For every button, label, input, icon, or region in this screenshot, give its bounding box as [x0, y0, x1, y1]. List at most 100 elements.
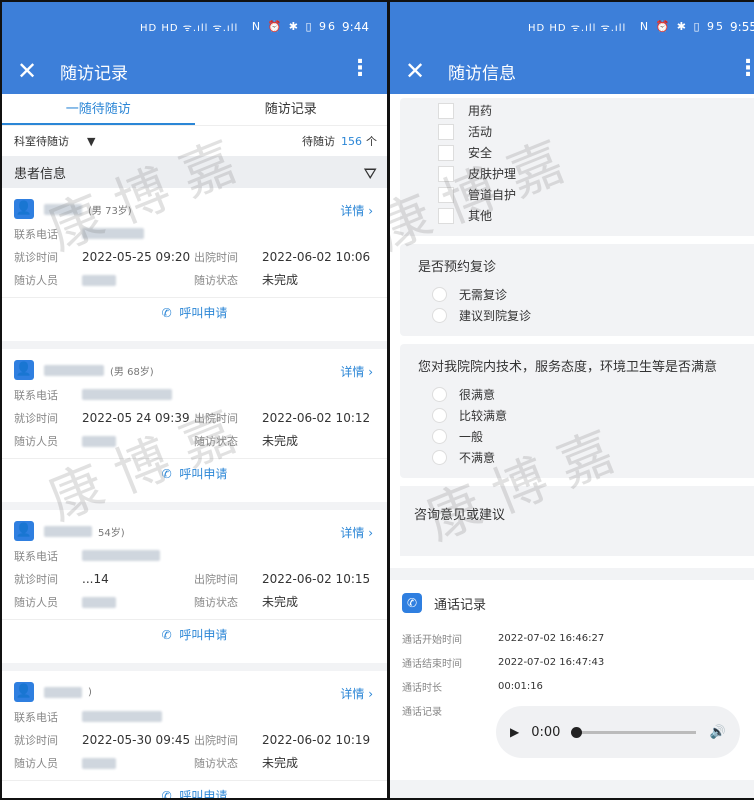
visit-time: 2022-05 24 09:39	[82, 410, 190, 425]
play-icon[interactable]: ▶	[510, 725, 519, 739]
patient-header: 👤 (男 73岁)	[14, 196, 375, 222]
more-icon[interactable]: ⋮	[737, 58, 754, 80]
checkbox[interactable]	[438, 165, 454, 182]
section-header: 患者信息 ⛛	[2, 156, 387, 188]
patient-card[interactable]: 👤 (男 68岁) 详情 › 联系电话 就诊时间 2022-05 24 09:39…	[2, 349, 387, 502]
checkbox-item[interactable]: 皮肤护理	[418, 163, 747, 184]
status-bar: HD HD ᯤ.ıll ᯤ.ıll N ⏰ ✱ ▯ 96 9:44	[2, 2, 387, 48]
tab-records[interactable]: 随访记录	[195, 94, 388, 125]
detail-link[interactable]: 详情 ›	[340, 685, 373, 702]
patient-gender-age: )	[88, 686, 92, 698]
phone-redacted	[82, 228, 144, 239]
patient-gender-age: (男 73岁)	[88, 205, 132, 217]
status-icons: N ⏰ ✱ ▯ 95	[639, 20, 725, 33]
page-title: 随访信息	[448, 63, 516, 84]
staff-redacted	[82, 435, 116, 447]
seek-knob[interactable]	[571, 726, 583, 738]
time-row: 就诊时间 ...14 出院时间 2022-06-02 10:15	[14, 571, 371, 586]
checkbox-item[interactable]: 用药	[418, 100, 747, 121]
staff-row: 随访人员 随访状态 未完成	[14, 273, 299, 287]
patient-name-redacted	[44, 525, 92, 537]
checkbox-item[interactable]: 活动	[418, 121, 747, 142]
staff-row: 随访人员 随访状态 未完成	[14, 595, 299, 609]
consult-field[interactable]: 咨询意见或建议	[400, 486, 754, 556]
call-record-header[interactable]: ✆ 通话记录	[402, 580, 754, 626]
filter-icon[interactable]: ⛛	[364, 164, 377, 184]
staff-redacted	[82, 596, 116, 608]
patient-card[interactable]: 👤 54岁) 详情 › 联系电话 就诊时间 ...14 出院时间 2022-06-02…	[2, 510, 387, 663]
radio-button[interactable]	[432, 408, 447, 423]
follow-up-list-screen: HD HD ᯤ.ıll ᯤ.ıll N ⏰ ✱ ▯ 96 9:44 ✕ 随访记录…	[2, 2, 387, 798]
dept-filter-select[interactable]: 科室待随访	[14, 133, 69, 149]
checkbox[interactable]	[438, 123, 454, 140]
question-text: 是否预约复诊	[418, 260, 497, 275]
checklist-card: 用药 活动 安全 皮肤护理 管道自护 其他	[400, 98, 754, 236]
status-icons: N ⏰ ✱ ▯ 96	[251, 20, 337, 33]
more-icon[interactable]: ⋮	[349, 58, 371, 80]
phone-icon: ✆	[161, 306, 172, 320]
radio-button[interactable]	[432, 308, 447, 323]
patient-card[interactable]: 👤 (男 73岁) 详情 › 联系电话 就诊时间 2022-05-25 09:20…	[2, 188, 387, 341]
radio-button[interactable]	[432, 450, 447, 465]
time-row: 就诊时间 2022-05-30 09:45 出院时间 2022-06-02 10:19	[14, 732, 371, 747]
call-start-row: 通话开始时间 2022-07-02 16:46:27	[402, 632, 605, 646]
close-icon[interactable]: ✕	[390, 48, 440, 94]
radio-button[interactable]	[432, 387, 447, 402]
radio-option[interactable]: 一般	[418, 426, 747, 447]
time-row: 就诊时间 2022-05 24 09:39 出院时间 2022-06-02 10:12	[14, 410, 371, 425]
checkbox[interactable]	[438, 102, 454, 119]
clock: 9:55	[730, 20, 754, 34]
checkbox[interactable]	[438, 144, 454, 161]
call-request-button[interactable]: ✆ 呼叫申请	[2, 780, 387, 798]
seek-slider[interactable]	[571, 726, 696, 738]
tab-pending[interactable]: 一随待随访	[2, 94, 195, 125]
staff-row: 随访人员 随访状态 未完成	[14, 756, 299, 770]
call-request-button[interactable]: ✆ 呼叫申请	[2, 297, 387, 328]
discharge-time: 2022-06-02 10:06	[262, 249, 371, 264]
radio-option[interactable]: 不满意	[418, 447, 747, 468]
checkbox-item[interactable]: 其他	[418, 205, 747, 226]
discharge-time: 2022-06-02 10:12	[262, 410, 371, 425]
patient-header: 👤 (男 68岁)	[14, 357, 375, 383]
phone-icon: ✆	[402, 593, 422, 613]
detail-link[interactable]: 详情 ›	[340, 524, 373, 541]
call-request-button[interactable]: ✆ 呼叫申请	[2, 619, 387, 650]
satisfaction-question: 您对我院院内技术，服务态度，环境卫生等是否满意 很满意 比较满意 一般 不满意	[400, 344, 754, 478]
patient-name-redacted	[44, 364, 104, 376]
pending-count: 156	[341, 135, 362, 148]
checkbox[interactable]	[438, 186, 454, 203]
pending-label: 待随访	[302, 135, 335, 148]
patient-name-redacted	[44, 203, 82, 215]
detail-link[interactable]: 详情 ›	[340, 363, 373, 380]
avatar-icon: 👤	[14, 521, 34, 541]
time-row: 就诊时间 2022-05-25 09:20 出院时间 2022-06-02 10:06	[14, 249, 371, 264]
phone-row: 联系电话	[14, 383, 375, 406]
checkbox[interactable]	[438, 207, 454, 224]
radio-button[interactable]	[432, 429, 447, 444]
checkbox-item[interactable]: 管道自护	[418, 184, 747, 205]
radio-button[interactable]	[432, 287, 447, 302]
volume-icon[interactable]: 🔊	[710, 725, 726, 740]
patient-name-redacted	[44, 686, 82, 698]
phone-redacted	[82, 389, 172, 400]
call-request-button[interactable]: ✆ 呼叫申请	[2, 458, 387, 489]
patient-card[interactable]: 👤 ) 详情 › 联系电话 就诊时间 2022-05-30 09:45 出院时间 20…	[2, 671, 387, 798]
tab-bar: 一随待随访 随访记录	[2, 94, 387, 126]
caret-down-icon[interactable]: ▼	[87, 135, 95, 148]
patient-header: 👤 54岁)	[14, 518, 375, 544]
app-bar: ✕ 随访信息 ⋮	[390, 48, 754, 94]
close-icon[interactable]: ✕	[2, 48, 52, 94]
radio-option[interactable]: 比较满意	[418, 405, 747, 426]
detail-link[interactable]: 详情 ›	[340, 202, 373, 219]
phone-icon: ✆	[161, 628, 172, 642]
status-badge: 未完成	[262, 273, 299, 287]
phone-row: 联系电话	[14, 544, 375, 567]
radio-option[interactable]: 很满意	[418, 384, 747, 405]
radio-option[interactable]: 无需复诊	[418, 284, 747, 305]
radio-option[interactable]: 建议到院复诊	[418, 305, 747, 326]
filter-bar: 科室待随访 ▼ 待随访 156 个	[2, 126, 387, 156]
avatar-icon: 👤	[14, 360, 34, 380]
checkbox-item[interactable]: 安全	[418, 142, 747, 163]
form-area: 用药 活动 安全 皮肤护理 管道自护 其他 是否预约复诊 无需复诊 建议到院复诊 您对我院院…	[390, 94, 754, 568]
status-badge: 未完成	[262, 434, 299, 448]
